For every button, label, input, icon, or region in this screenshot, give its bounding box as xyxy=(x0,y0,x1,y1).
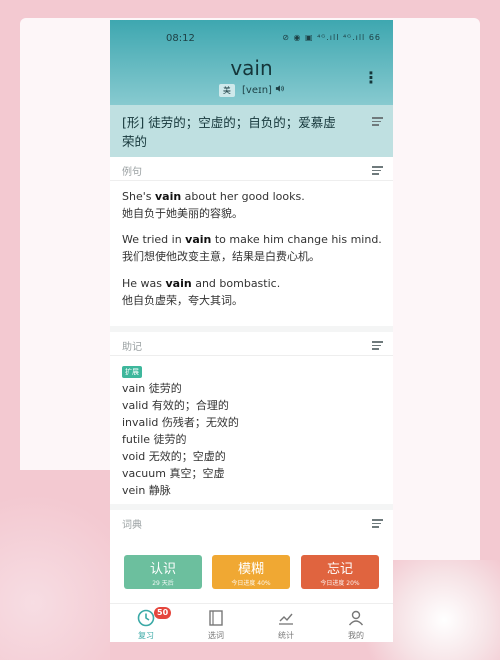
list-item: futile 徒劳的 xyxy=(122,433,187,446)
tab-profile[interactable]: 我的 xyxy=(326,608,386,641)
dictionary-menu-icon[interactable] xyxy=(372,519,383,528)
vague-button[interactable]: 模糊 今日进度 40% xyxy=(212,555,290,589)
review-count-badge: 50 xyxy=(154,607,172,619)
mnemonic-label: 助记 xyxy=(122,342,142,353)
book-icon xyxy=(206,608,226,628)
list-item: valid 有效的；合理的 xyxy=(122,399,229,412)
dictionary-label: 词典 xyxy=(122,520,142,531)
examples-menu-icon[interactable] xyxy=(372,166,383,175)
speaker-icon[interactable] xyxy=(275,85,285,96)
divider xyxy=(110,355,393,356)
word-title: vain xyxy=(230,56,273,80)
list-item: invalid 伤残者；无效的 xyxy=(122,416,239,429)
status-time: 08:12 xyxy=(166,33,195,44)
person-icon xyxy=(346,608,366,628)
example-item: We tried in vain to make him change his … xyxy=(122,233,382,263)
mnemonic-list: vain 徒劳的 valid 有效的；合理的 invalid 伤残者；无效的 f… xyxy=(122,380,239,499)
example-item: He was vain and bombastic. 他自负虚荣，夸大其词。 xyxy=(122,277,281,307)
chart-icon xyxy=(276,608,296,628)
pronunciation[interactable]: 美 [veɪn] xyxy=(110,84,393,97)
list-item: void 无效的；空虚的 xyxy=(122,450,226,463)
status-icons: ⊘ ◉ ▣ ⁴ᴳ.ıll ⁴ᴳ.ıll 66 xyxy=(282,33,381,42)
list-item: vein 静脉 xyxy=(122,484,171,497)
region-tag: 美 xyxy=(218,84,235,97)
section-gap xyxy=(110,504,393,510)
example-item: She's vain about her good looks. 她自负于她美丽… xyxy=(122,190,305,220)
bottom-tab-bar: 复习 选词 统计 我的 xyxy=(110,603,393,642)
know-button[interactable]: 认识 29 天后 xyxy=(124,555,202,589)
definition-area: [形] 徒劳的；空虚的；自负的；爱慕虚荣的 xyxy=(110,105,393,157)
definition-text: [形] 徒劳的；空虚的；自负的；爱慕虚荣的 xyxy=(122,115,336,149)
tab-choose-words[interactable]: 选词 xyxy=(186,608,246,641)
mnemonic-menu-icon[interactable] xyxy=(372,341,383,350)
clock-icon xyxy=(136,608,156,628)
tab-statistics[interactable]: 统计 xyxy=(256,608,316,641)
list-item: vain 徒劳的 xyxy=(122,382,182,395)
menu-icon[interactable] xyxy=(372,117,383,126)
extension-badge: 扩展 xyxy=(122,366,142,378)
divider xyxy=(110,180,393,181)
section-gap xyxy=(110,326,393,332)
forget-button[interactable]: 忘记 今日进度 20% xyxy=(301,555,379,589)
decor-left xyxy=(0,470,110,660)
phone-screen: 08:12 ⊘ ◉ ▣ ⁴ᴳ.ıll ⁴ᴳ.ıll 66 vain ⋮ 美 [v… xyxy=(110,20,393,642)
word-header: 08:12 ⊘ ◉ ▣ ⁴ᴳ.ıll ⁴ᴳ.ıll 66 vain ⋮ 美 [v… xyxy=(110,20,393,157)
list-item: vacuum 真空；空虚 xyxy=(122,467,225,480)
examples-label: 例句 xyxy=(122,167,142,178)
ipa-text: [veɪn] xyxy=(242,85,272,96)
